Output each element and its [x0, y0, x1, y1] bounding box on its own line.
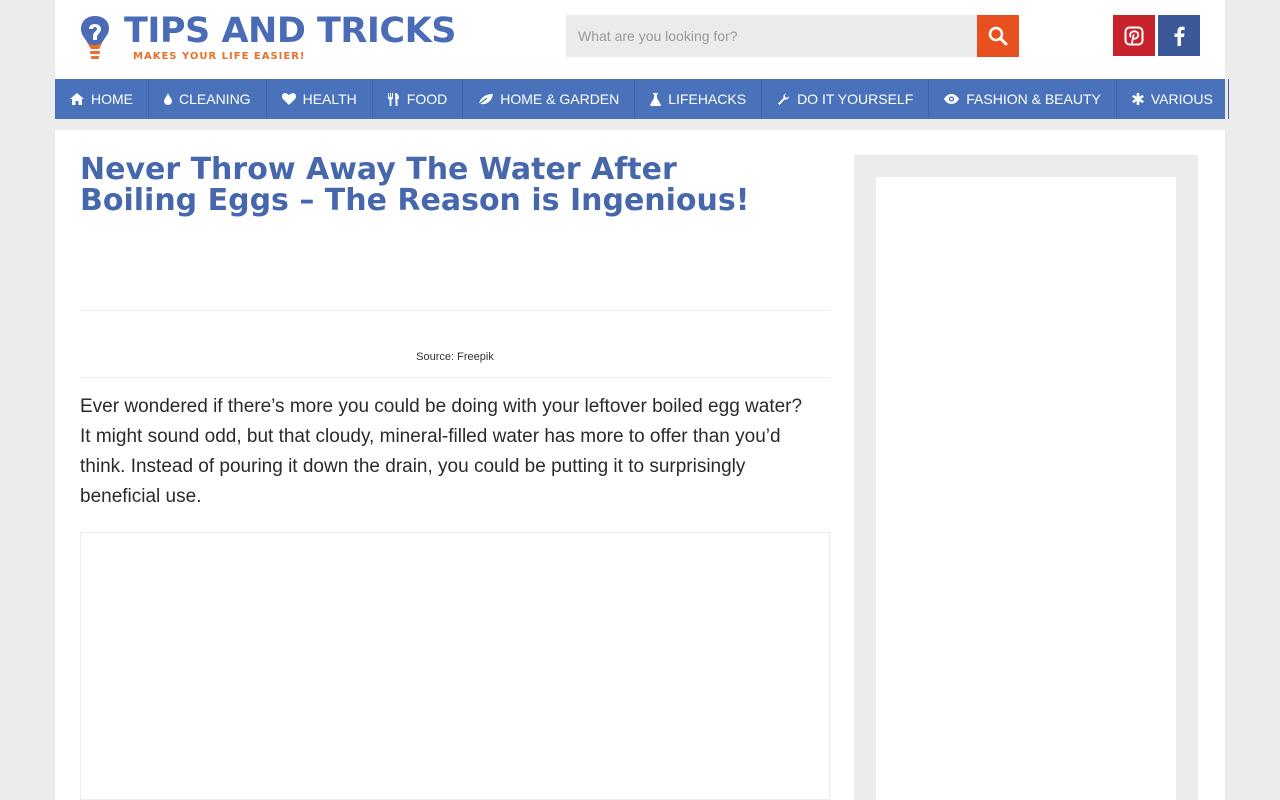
- nav-item-home[interactable]: HOME: [55, 79, 149, 119]
- nav-item-label: HOME: [91, 91, 133, 107]
- logo-subtitle: MAKES YOUR LIFE EASIER!: [133, 51, 306, 62]
- nav-item-label: LIFEHACKS: [668, 91, 747, 107]
- main-nav: HOME CLEANING HEALTH FOOD HOME & GARDEN: [55, 79, 1229, 119]
- nav-item-home-garden[interactable]: HOME & GARDEN: [463, 79, 636, 119]
- heart-icon: [281, 93, 296, 105]
- wrench-icon: [777, 92, 790, 106]
- drop-icon: [164, 93, 172, 105]
- site-logo[interactable]: TIPS AND TRICKS MAKES YOUR LIFE EASIER!: [79, 11, 479, 64]
- leaf-icon: [478, 93, 494, 105]
- nav-item-cleaning[interactable]: CLEANING: [149, 79, 267, 119]
- home-icon: [70, 93, 84, 105]
- nav-item-do-it-yourself[interactable]: DO IT YOURSELF: [762, 79, 930, 119]
- sidebar-widget: [876, 177, 1176, 800]
- pinterest-icon: [1124, 26, 1144, 45]
- nav-item-lifehacks[interactable]: LIFEHACKS: [635, 79, 763, 119]
- nav-item-label: FOOD: [406, 91, 448, 107]
- nav-item-food[interactable]: FOOD: [373, 79, 464, 119]
- logo-title: TIPS AND TRICKS: [124, 11, 456, 51]
- ad-placeholder: [80, 532, 830, 800]
- header-gap: [55, 119, 1225, 130]
- eye-icon: [944, 94, 960, 104]
- nav-item-label: FASHION & BEAUTY: [966, 91, 1101, 107]
- facebook-icon: [1174, 26, 1185, 46]
- article-image: Source: Freepik: [80, 310, 830, 378]
- utensils-icon: [387, 92, 400, 106]
- facebook-button[interactable]: [1158, 15, 1200, 56]
- site-header: TIPS AND TRICKS MAKES YOUR LIFE EASIER!: [55, 0, 1225, 79]
- nav-item-various[interactable]: VARIOUS: [1117, 79, 1229, 119]
- article-title: Never Throw Away The Water After Boiling…: [80, 152, 750, 218]
- nav-item-label: CLEANING: [179, 91, 251, 107]
- pinterest-button[interactable]: [1113, 15, 1155, 56]
- nav-item-fashion-beauty[interactable]: FASHION & BEAUTY: [929, 79, 1117, 119]
- image-source-caption: Source: Freepik: [416, 351, 494, 363]
- sidebar: [854, 155, 1198, 800]
- nav-item-label: DO IT YOURSELF: [797, 91, 914, 107]
- search-button[interactable]: [977, 15, 1019, 57]
- flask-icon: [650, 92, 662, 106]
- search-icon: [988, 26, 1008, 46]
- page-wrapper: TIPS AND TRICKS MAKES YOUR LIFE EASIER!: [55, 0, 1229, 800]
- nav-item-label: HEALTH: [302, 91, 357, 107]
- asterisk-icon: [1132, 93, 1144, 105]
- lightbulb-question-icon: [81, 16, 109, 59]
- article-paragraph: Ever wondered if there’s more you could …: [80, 396, 803, 507]
- nav-item-label: VARIOUS: [1150, 91, 1213, 107]
- search-form: [566, 15, 1019, 57]
- search-input[interactable]: [566, 15, 977, 57]
- nav-item-label: HOME & GARDEN: [500, 91, 620, 107]
- nav-item-health[interactable]: HEALTH: [267, 79, 373, 119]
